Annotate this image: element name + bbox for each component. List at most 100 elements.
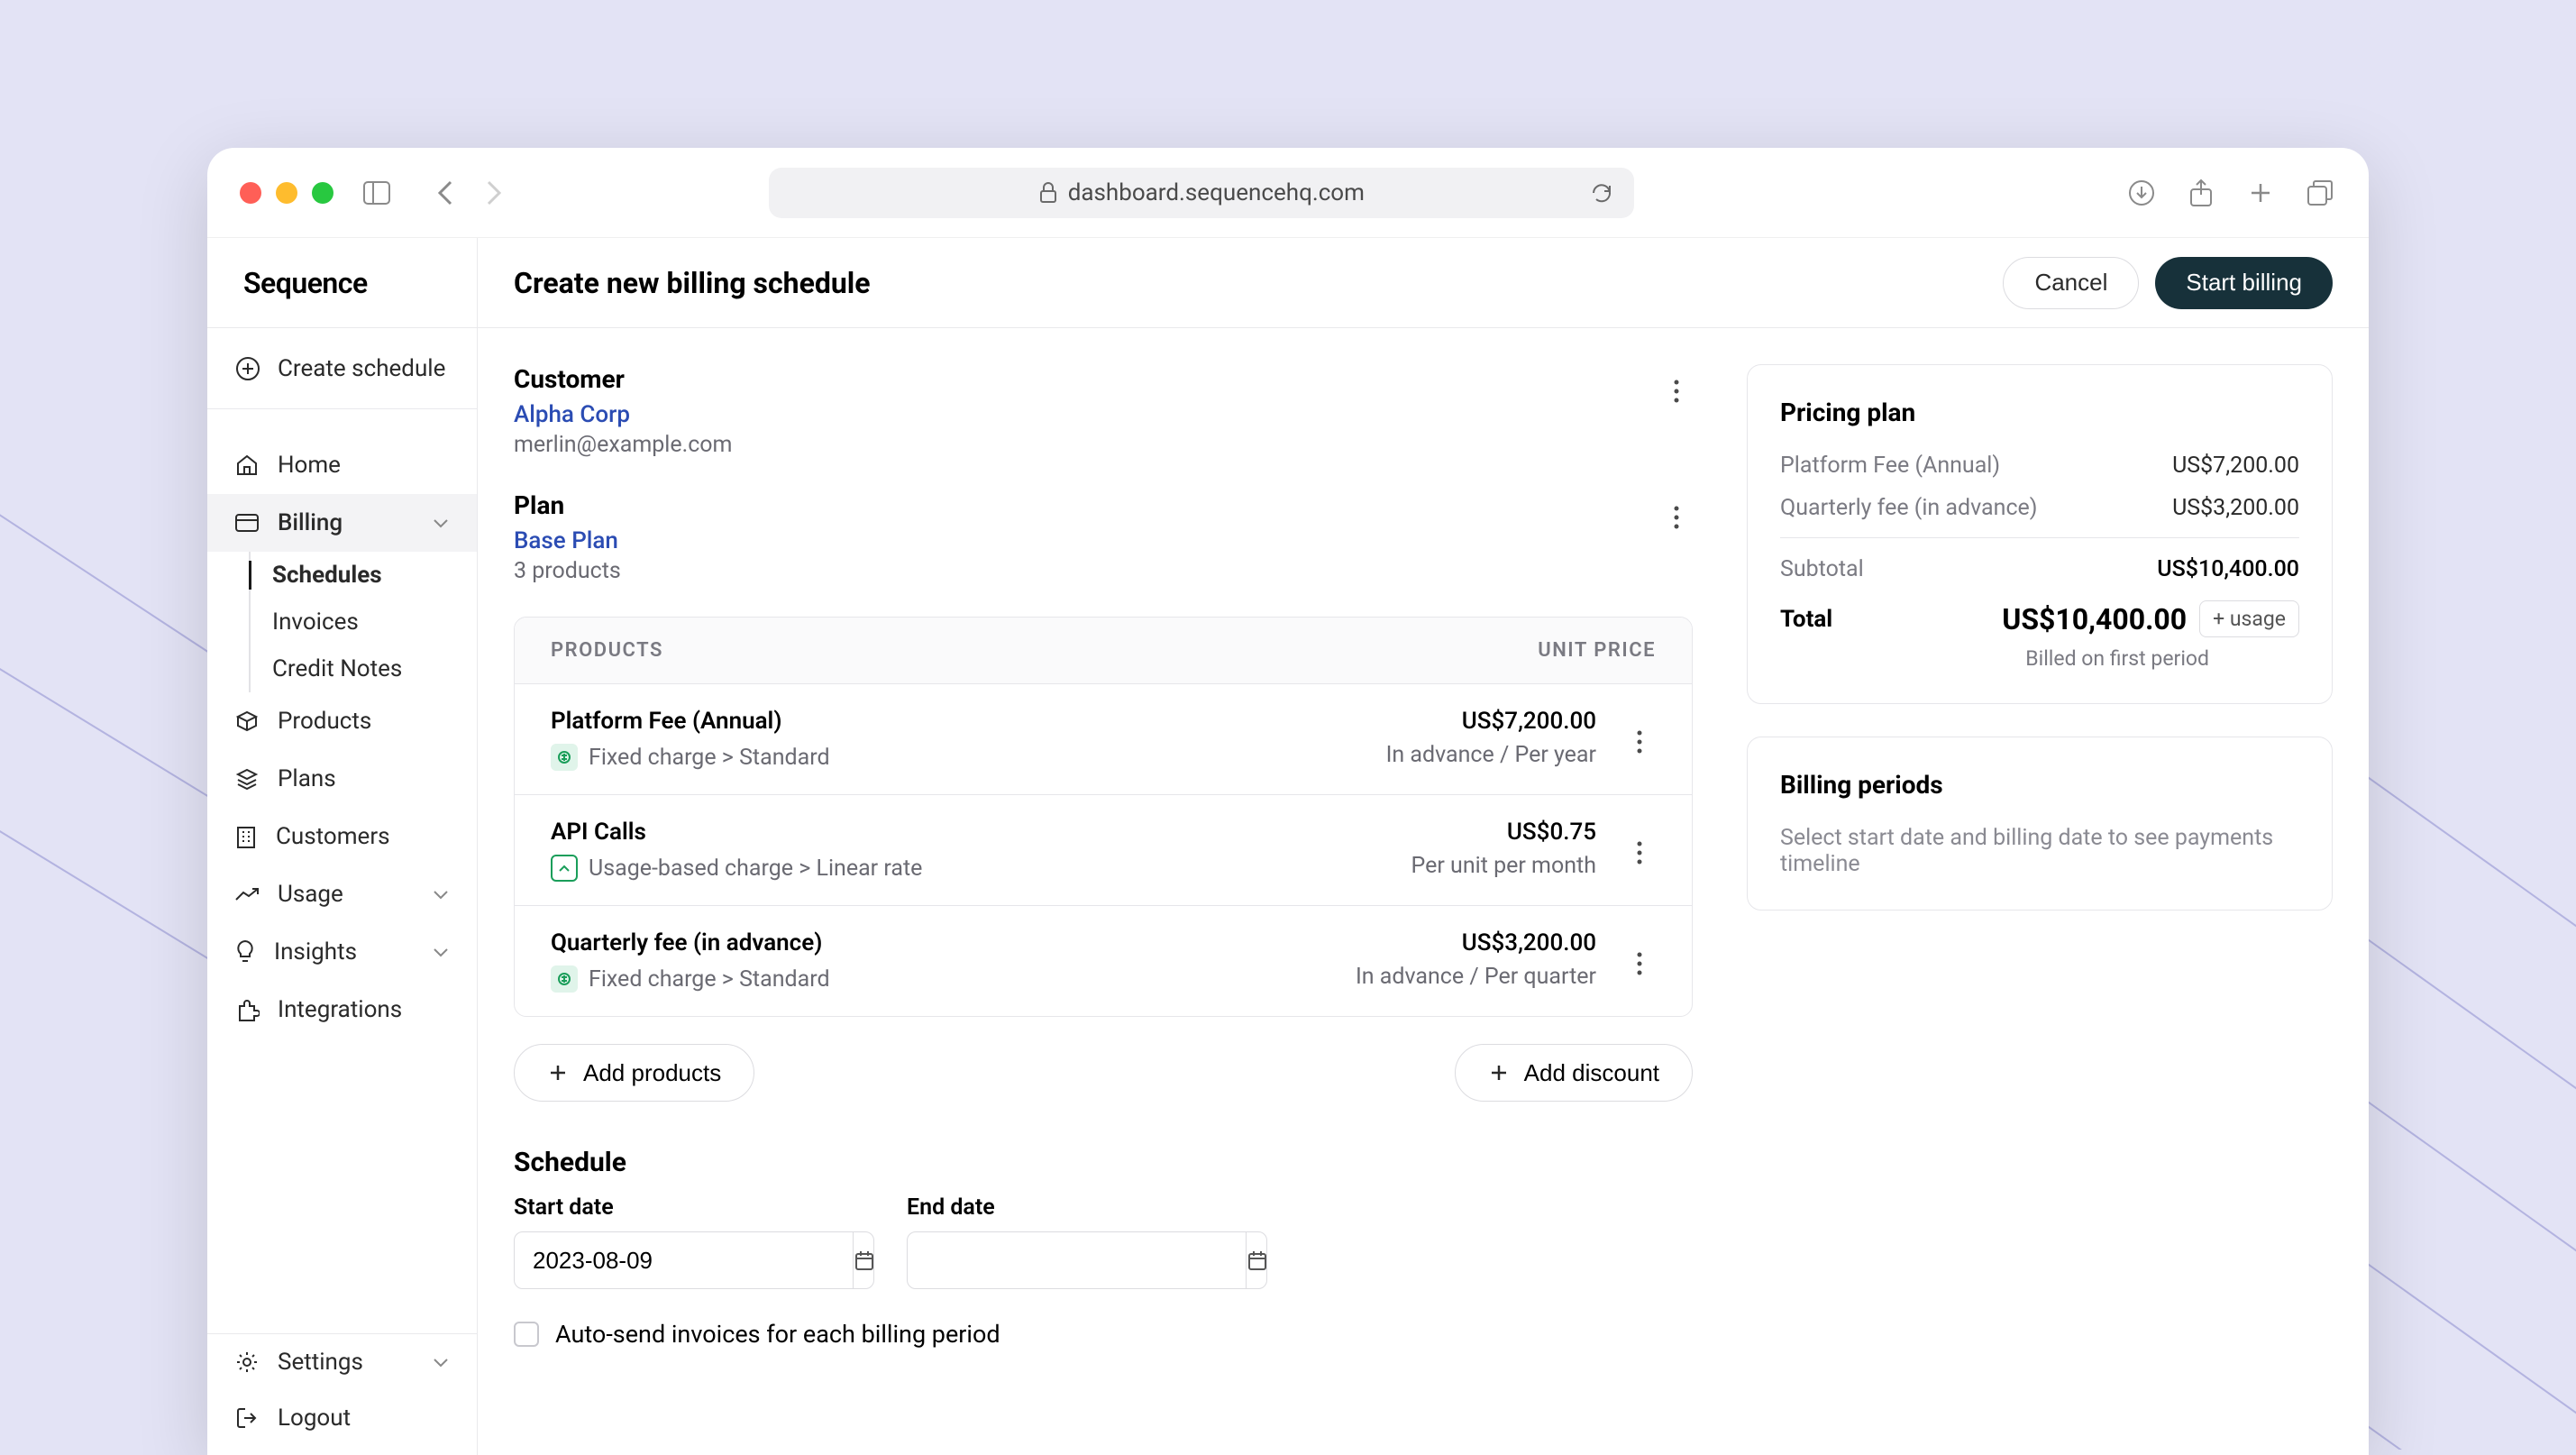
sidebar-sub-schedules[interactable]: Schedules bbox=[272, 552, 477, 599]
plan-name-link[interactable]: Base Plan bbox=[514, 527, 1660, 554]
share-icon[interactable] bbox=[2185, 177, 2217, 209]
col-unitprice-label: UNIT PRICE bbox=[1538, 639, 1656, 662]
sidebar-item-insights[interactable]: Insights bbox=[207, 923, 477, 981]
chevron-down-icon bbox=[432, 947, 450, 957]
table-row: Platform Fee (Annual) Fixed charge > Sta… bbox=[515, 684, 1692, 795]
billing-periods-heading: Billing periods bbox=[1780, 770, 2299, 800]
back-icon[interactable] bbox=[429, 177, 461, 209]
product-price: US$0.75 bbox=[1411, 819, 1597, 846]
pricing-heading: Pricing plan bbox=[1780, 398, 2299, 427]
refresh-icon[interactable] bbox=[1585, 177, 1618, 209]
calendar-icon[interactable] bbox=[853, 1232, 874, 1288]
subtotal-line: Subtotal US$10,400.00 bbox=[1780, 556, 2299, 582]
autosend-label: Auto-send invoices for each billing peri… bbox=[555, 1320, 1000, 1349]
fixed-charge-icon bbox=[551, 965, 578, 993]
main: Create new billing schedule Cancel Start… bbox=[478, 238, 2369, 1455]
customer-email: merlin@example.com bbox=[514, 432, 1660, 458]
content: Customer Alpha Corp merlin@example.com P… bbox=[478, 328, 2369, 1455]
end-date-input[interactable] bbox=[908, 1247, 1246, 1275]
sidebar-item-label: Customers bbox=[276, 823, 390, 850]
sidebar-item-customers[interactable]: Customers bbox=[207, 808, 477, 865]
product-menu-button[interactable] bbox=[1623, 726, 1656, 758]
trend-icon bbox=[234, 885, 260, 903]
sidebar-item-billing[interactable]: Billing bbox=[207, 494, 477, 552]
sidebar-item-home[interactable]: Home bbox=[207, 436, 477, 494]
sidebar-item-usage[interactable]: Usage bbox=[207, 865, 477, 923]
product-menu-button[interactable] bbox=[1623, 837, 1656, 869]
window-maximize-icon[interactable] bbox=[312, 182, 333, 204]
product-price: US$3,200.00 bbox=[1356, 929, 1596, 956]
schedule-heading: Schedule bbox=[514, 1147, 1693, 1178]
window-minimize-icon[interactable] bbox=[276, 182, 297, 204]
sidebar-sub-invoices[interactable]: Invoices bbox=[272, 599, 477, 645]
address-bar[interactable]: dashboard.sequencehq.com bbox=[769, 168, 1634, 218]
customer-menu-button[interactable] bbox=[1660, 375, 1693, 407]
sidebar-item-label: Usage bbox=[278, 881, 343, 908]
lock-icon bbox=[1039, 182, 1057, 204]
start-date-label: Start date bbox=[514, 1194, 874, 1221]
plus-circle-icon bbox=[234, 355, 261, 382]
col-products-label: PRODUCTS bbox=[551, 639, 663, 662]
traffic-lights bbox=[240, 182, 333, 204]
sidebar-item-logout[interactable]: Logout bbox=[207, 1390, 477, 1446]
product-meta: Fixed charge > Standard bbox=[589, 745, 830, 771]
checkbox-icon[interactable] bbox=[514, 1322, 539, 1347]
download-icon[interactable] bbox=[2125, 177, 2158, 209]
product-name: API Calls bbox=[551, 819, 1411, 846]
building-icon bbox=[234, 824, 258, 849]
app: Sequence Create schedule Home Billing Sc… bbox=[207, 238, 2369, 1455]
cancel-button[interactable]: Cancel bbox=[2003, 257, 2139, 309]
start-billing-button[interactable]: Start billing bbox=[2155, 257, 2333, 309]
sidebar-item-plans[interactable]: Plans bbox=[207, 750, 477, 808]
product-meta: Usage-based charge > Linear rate bbox=[589, 856, 922, 882]
sidebar-item-label: Settings bbox=[278, 1349, 363, 1376]
sidebar-toggle-icon[interactable] bbox=[361, 177, 393, 209]
billing-icon bbox=[234, 513, 260, 533]
product-terms: Per unit per month bbox=[1411, 853, 1597, 879]
create-schedule-button[interactable]: Create schedule bbox=[207, 328, 477, 409]
customer-section: Customer Alpha Corp merlin@example.com bbox=[514, 364, 1693, 458]
add-products-button[interactable]: Add products bbox=[514, 1044, 754, 1102]
product-name: Platform Fee (Annual) bbox=[551, 708, 1386, 735]
sidebar: Sequence Create schedule Home Billing Sc… bbox=[207, 238, 478, 1455]
sidebar-item-label: Plans bbox=[278, 765, 336, 792]
end-date-field: End date bbox=[907, 1194, 1267, 1289]
sidebar-item-products[interactable]: Products bbox=[207, 692, 477, 750]
plan-heading: Plan bbox=[514, 490, 1660, 520]
billing-periods-card: Billing periods Select start date and bi… bbox=[1747, 737, 2333, 911]
logout-icon bbox=[234, 1405, 260, 1431]
url-text: dashboard.sequencehq.com bbox=[1068, 179, 1365, 206]
add-discount-button[interactable]: Add discount bbox=[1455, 1044, 1693, 1102]
tabs-icon[interactable] bbox=[2304, 177, 2336, 209]
create-schedule-label: Create schedule bbox=[278, 355, 445, 382]
chevron-down-icon bbox=[432, 889, 450, 900]
new-tab-icon[interactable] bbox=[2244, 177, 2277, 209]
product-terms: In advance / Per quarter bbox=[1356, 964, 1596, 990]
browser-chrome: dashboard.sequencehq.com bbox=[207, 148, 2369, 238]
sidebar-item-integrations[interactable]: Integrations bbox=[207, 981, 477, 1039]
sidebar-bottom: Settings Logout bbox=[207, 1333, 477, 1455]
add-buttons-row: Add products Add discount bbox=[514, 1044, 1693, 1102]
start-date-input[interactable] bbox=[515, 1247, 853, 1275]
forward-icon[interactable] bbox=[478, 177, 510, 209]
customer-heading: Customer bbox=[514, 364, 1660, 394]
gear-icon bbox=[234, 1350, 260, 1375]
calendar-icon[interactable] bbox=[1246, 1232, 1267, 1288]
pricing-plan-card: Pricing plan Platform Fee (Annual) US$7,… bbox=[1747, 364, 2333, 704]
plan-section: Plan Base Plan 3 products bbox=[514, 490, 1693, 584]
sidebar-item-label: Integrations bbox=[278, 996, 402, 1023]
browser-window: dashboard.sequencehq.com Sequence Create… bbox=[207, 148, 2369, 1455]
autosend-checkbox-row[interactable]: Auto-send invoices for each billing peri… bbox=[514, 1320, 1693, 1349]
table-row: API Calls Usage-based charge > Linear ra… bbox=[515, 795, 1692, 906]
product-terms: In advance / Per year bbox=[1386, 742, 1596, 768]
sidebar-sub-creditnotes[interactable]: Credit Notes bbox=[272, 645, 477, 692]
product-menu-button[interactable] bbox=[1623, 947, 1656, 980]
customer-name-link[interactable]: Alpha Corp bbox=[514, 401, 1660, 428]
sidebar-item-label: Products bbox=[278, 708, 371, 735]
sidebar-item-settings[interactable]: Settings bbox=[207, 1334, 477, 1390]
window-close-icon[interactable] bbox=[240, 182, 261, 204]
plan-menu-button[interactable] bbox=[1660, 501, 1693, 534]
box-icon bbox=[234, 709, 260, 734]
billing-submenu: Schedules Invoices Credit Notes bbox=[207, 552, 477, 692]
header-bar: Create new billing schedule Cancel Start… bbox=[478, 238, 2369, 328]
